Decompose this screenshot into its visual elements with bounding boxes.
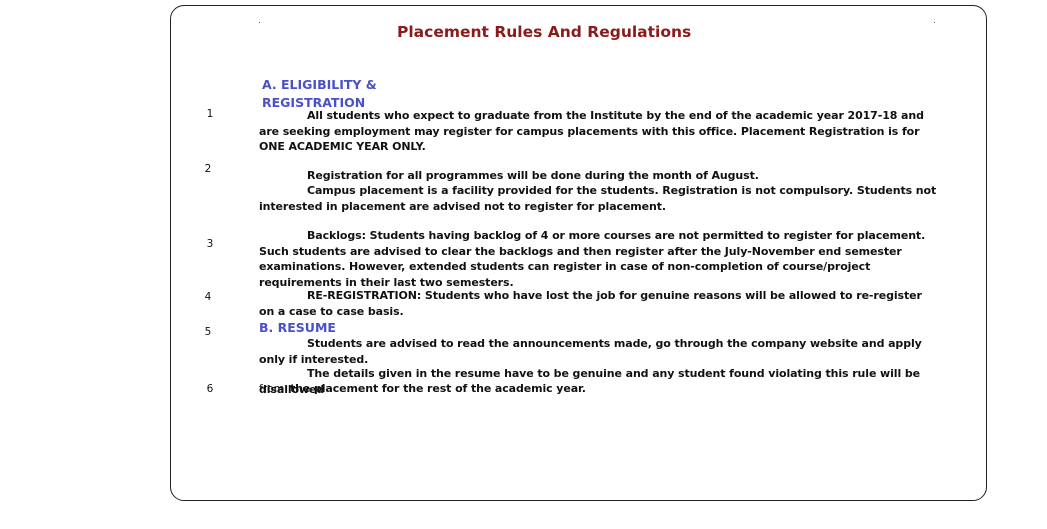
rule-2b-text: Campus placement is a facility provided … (259, 184, 937, 213)
rule-2-text: Registration for all programmes will be … (307, 169, 759, 182)
rule-1-text: All students who expect to graduate from… (259, 109, 924, 153)
rule-number-6: 6 (206, 383, 214, 395)
rule-number-3: 3 (206, 238, 214, 250)
section-a-heading-line1: A. ELIGIBILITY & (262, 77, 377, 92)
rule-number-2: 2 (204, 163, 212, 175)
rule-number-4: 4 (204, 291, 212, 303)
rule-6-continuation-text: the placement for the rest of the academ… (290, 382, 586, 395)
rule-4-text: RE-REGISTRATION: Students who have lost … (259, 289, 922, 318)
corner-mark-right (934, 22, 935, 23)
rule-number-1: 1 (206, 108, 214, 120)
rule-5-text: Students are advised to read the announc… (259, 337, 922, 366)
rule-number-5: 5 (204, 326, 212, 338)
section-b-heading: B. RESUME (259, 320, 336, 335)
section-a-heading-line2: REGISTRATION (262, 95, 366, 107)
corner-mark-left (259, 22, 260, 23)
rule-3-text: Backlogs: Students having backlog of 4 o… (259, 229, 926, 289)
page-title: Placement Rules And Regulations (397, 23, 692, 41)
